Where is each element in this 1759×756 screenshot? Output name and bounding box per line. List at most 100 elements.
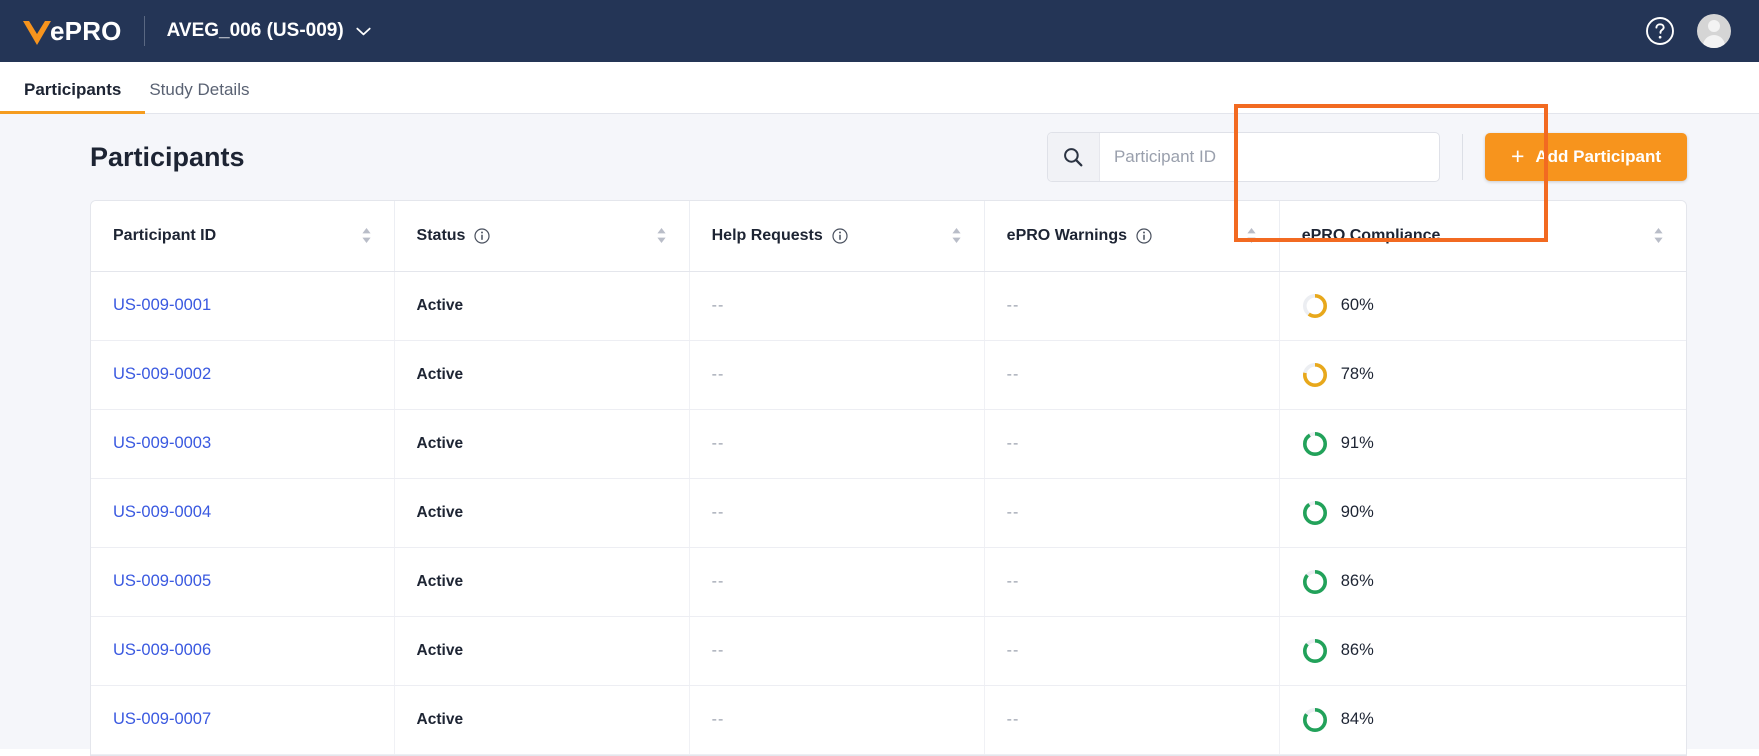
compliance-donut-icon — [1302, 707, 1328, 733]
info-icon[interactable] — [1136, 228, 1152, 244]
column-header-epro-compliance[interactable]: ePRO Compliance — [1279, 201, 1686, 271]
epro-warnings-value: -- — [1007, 366, 1020, 383]
status-text: Active — [417, 573, 464, 590]
status-text: Active — [417, 642, 464, 659]
participant-id-link[interactable]: US-009-0006 — [113, 641, 211, 659]
participant-id-link[interactable]: US-009-0003 — [113, 434, 211, 452]
epro-warnings-value: -- — [1007, 642, 1020, 659]
column-header-participant-id[interactable]: Participant ID — [91, 201, 394, 271]
compliance-donut-icon — [1302, 293, 1328, 319]
column-header-epro-compliance-label: ePRO Compliance — [1302, 227, 1441, 245]
column-header-status[interactable]: Status — [394, 201, 689, 271]
search-input[interactable] — [1100, 133, 1439, 181]
sort-icon[interactable] — [1653, 227, 1664, 244]
search-icon — [1063, 147, 1083, 167]
chevron-down-icon — [356, 27, 371, 36]
cell-participant-id: US-009-0007 — [91, 685, 394, 754]
cell-epro-warnings: -- — [984, 340, 1279, 409]
cell-status: Active — [394, 547, 689, 616]
sort-icon[interactable] — [656, 227, 667, 244]
cell-status: Active — [394, 478, 689, 547]
table-row: US-009-0005 Active -- -- 86% — [91, 547, 1686, 616]
study-selector[interactable]: AVEG_006 (US-009) — [167, 20, 371, 42]
participant-id-link[interactable]: US-009-0004 — [113, 503, 211, 521]
tab-study-details[interactable]: Study Details — [149, 80, 249, 113]
cell-participant-id: US-009-0002 — [91, 340, 394, 409]
cell-help-requests: -- — [689, 340, 984, 409]
status-text: Active — [417, 711, 464, 728]
info-icon[interactable] — [832, 228, 848, 244]
cell-epro-warnings: -- — [984, 685, 1279, 754]
participant-id-link[interactable]: US-009-0007 — [113, 710, 211, 728]
cell-status: Active — [394, 616, 689, 685]
compliance-value: 86% — [1341, 572, 1374, 591]
cell-status: Active — [394, 340, 689, 409]
cell-epro-warnings: -- — [984, 616, 1279, 685]
help-requests-value: -- — [712, 573, 725, 590]
epro-warnings-value: -- — [1007, 711, 1020, 728]
participant-id-link[interactable]: US-009-0002 — [113, 365, 211, 383]
column-header-help-requests[interactable]: Help Requests — [689, 201, 984, 271]
app-logo[interactable]: ePRO — [20, 14, 122, 48]
header-divider — [144, 16, 145, 46]
column-header-participant-id-label: Participant ID — [113, 227, 216, 245]
cell-help-requests: -- — [689, 685, 984, 754]
cell-status: Active — [394, 271, 689, 340]
tab-participants[interactable]: Participants — [24, 80, 121, 113]
participants-table: Participant ID Status — [91, 201, 1686, 755]
table-header-row: Participant ID Status — [91, 201, 1686, 271]
cell-participant-id: US-009-0003 — [91, 409, 394, 478]
compliance-value: 91% — [1341, 434, 1374, 453]
cell-epro-warnings: -- — [984, 547, 1279, 616]
sort-icon[interactable] — [951, 227, 962, 244]
help-circle-icon[interactable] — [1645, 16, 1675, 46]
cell-epro-compliance: 86% — [1279, 616, 1686, 685]
compliance-donut-icon — [1302, 500, 1328, 526]
table-row: US-009-0003 Active -- -- 91% — [91, 409, 1686, 478]
status-text: Active — [417, 504, 464, 521]
cell-help-requests: -- — [689, 547, 984, 616]
help-requests-value: -- — [712, 366, 725, 383]
table-row: US-009-0001Active----60% — [91, 271, 1686, 340]
cell-epro-compliance: 60% — [1279, 271, 1686, 340]
table-row: US-009-0007 Active -- -- 84% — [91, 685, 1686, 754]
cell-epro-warnings: -- — [984, 409, 1279, 478]
participant-id-link[interactable]: US-009-0001 — [113, 296, 211, 314]
app-logo-text: ePRO — [50, 16, 122, 47]
page-title: Participants — [90, 142, 245, 173]
cell-epro-compliance: 90% — [1279, 478, 1686, 547]
help-requests-value: -- — [712, 642, 725, 659]
table-row: US-009-0006 Active -- -- 86% — [91, 616, 1686, 685]
header-actions — [1645, 14, 1731, 48]
epro-warnings-value: -- — [1007, 504, 1020, 521]
column-header-epro-warnings[interactable]: ePRO Warnings — [984, 201, 1279, 271]
help-requests-value: -- — [712, 435, 725, 452]
participants-table-container: Participant ID Status — [90, 200, 1687, 756]
table-row: US-009-0004 Active -- -- 90% — [91, 478, 1686, 547]
vault-v-logo-icon — [20, 14, 54, 48]
cell-help-requests: -- — [689, 271, 984, 340]
add-participant-button[interactable]: + Add Participant — [1485, 133, 1687, 181]
info-icon[interactable] — [474, 228, 490, 244]
search-icon-button[interactable] — [1048, 133, 1100, 181]
sort-icon[interactable] — [1246, 227, 1257, 244]
user-avatar[interactable] — [1697, 14, 1731, 48]
compliance-donut-icon — [1302, 569, 1328, 595]
column-header-epro-warnings-label: ePRO Warnings — [1007, 227, 1127, 245]
sort-icon[interactable] — [361, 227, 372, 244]
compliance-donut-icon — [1302, 431, 1328, 457]
cell-epro-compliance: 91% — [1279, 409, 1686, 478]
add-participant-label: Add Participant — [1535, 147, 1661, 167]
compliance-value: 90% — [1341, 503, 1374, 522]
cell-status: Active — [394, 685, 689, 754]
column-header-status-label: Status — [417, 227, 466, 245]
participant-id-link[interactable]: US-009-0005 — [113, 572, 211, 590]
cell-participant-id: US-009-0004 — [91, 478, 394, 547]
epro-warnings-value: -- — [1007, 297, 1020, 314]
help-requests-value: -- — [712, 504, 725, 521]
cell-participant-id: US-009-0001 — [91, 271, 394, 340]
compliance-value: 78% — [1341, 365, 1374, 384]
compliance-value: 84% — [1341, 710, 1374, 729]
cell-epro-compliance: 86% — [1279, 547, 1686, 616]
status-text: Active — [417, 435, 464, 452]
